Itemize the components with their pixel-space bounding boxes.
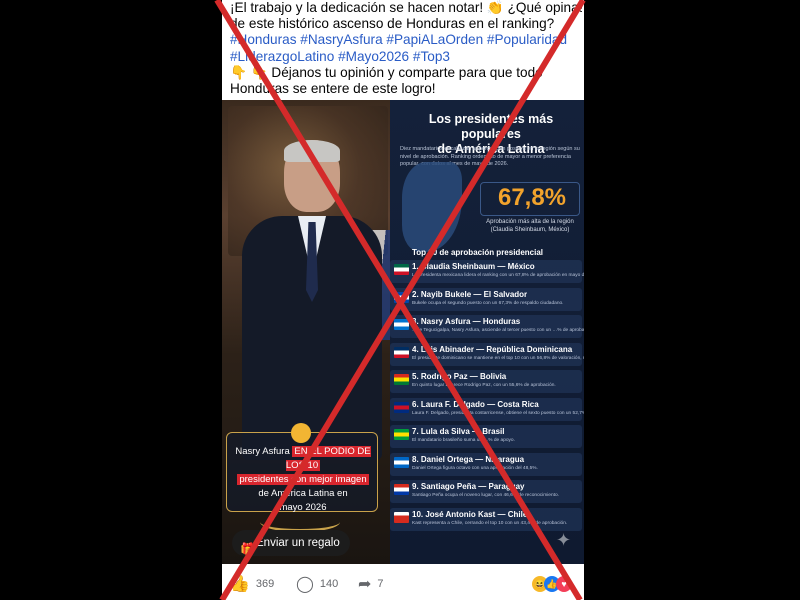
ranking-name: 1. Claudia Sheinbaum — México [412,262,535,271]
sparkle-icon: ✦ [556,530,572,550]
country-flag-icon [394,429,409,440]
infographic-panel: Los presidentes más populares de América… [390,100,584,564]
badge-name: Nasry Asfura [235,446,290,457]
latin-america-map [402,162,462,252]
ranking-row: 10. José Antonio Kast — Chile Kast repres… [390,507,582,531]
country-flag-icon [394,456,409,468]
ranking-detail: Daniel Ortega figura octavo con una apro… [412,465,538,471]
country-flag-icon [394,346,409,358]
ranking-name: 6. Laura F. Delgado — Costa Rica [412,399,539,409]
highlight-percentage: 67,8% [497,184,567,211]
country-flag-icon [394,264,409,275]
caption-line: ¡El trabajo y la dedicación se hacen not… [230,0,582,15]
reactions-summary[interactable]: 😆 👍 ♥ [532,576,582,592]
caption-line: 👇 👇 Déjanos tu opinión y comparte para q… [230,64,543,80]
ranking-name: 5. Rodrigo Paz — Bolivia [412,372,507,381]
country-flag-icon [394,374,409,385]
title-line: Los presidentes más populares [428,112,554,141]
ranking-detail: El presidente dominicano se mantiene en … [412,355,584,361]
caption-hashtags[interactable]: #LiderazgoLatino #Mayo2026 #Top3 [230,49,582,65]
top10-title: Top 10 de aprobación presidencial [412,248,543,257]
ranking-row: 1. Claudia Sheinbaum — México La presiden… [390,260,584,283]
send-gift-label: Enviar un regalo [256,537,340,549]
caption-hashtags[interactable]: #Honduras #NasryAsfura #PapiALaOrden #Po… [230,32,582,48]
post-caption: ¡El trabajo y la dedicación se hacen not… [230,0,582,97]
screenshot-stage: ¡El trabajo y la dedicación se hacen not… [0,0,800,600]
ranking-name: 2. Nayib Bukele — El Salvador [412,289,528,299]
like-button[interactable]: 👍 369 [230,574,274,594]
ranking-name: 4. Luis Abinader — República Dominicana [412,344,573,354]
ranking-name: 9. Santiago Peña — Paraguay [412,482,525,491]
president-figure [242,140,382,460]
badge-text: Nasry Asfura EN EL PODIO DE LOS 10 presi… [231,445,375,515]
ranking-row: 5. Rodrigo Paz — Bolivia En quinto lugar … [390,370,582,393]
ranking-detail: Santiago Peña ocupa el noveno lugar, con… [412,493,559,498]
ranking-row: 3. Nasry Asfura — Honduras …de Tegucigalp… [390,315,584,338]
country-flag-icon [394,401,409,413]
ranking-row: 9. Santiago Peña — Paraguay Santiago Peña… [390,480,582,503]
ranking-detail: Kast representa a Chile, cerrando el top… [412,520,568,526]
podium-badge: Nasry Asfura EN EL PODIO DE LOS 10 presi… [226,423,378,515]
ranking-name: 10. José Antonio Kast — Chile [412,509,528,519]
send-gift-button[interactable]: 🎁 Enviar un regalo [232,530,350,556]
share-icon: ➦ [358,576,372,593]
ranking-detail: …de Tegucigalpa, Nasry Asfura, asciende … [412,328,584,333]
ranking-name: 7. Lula da Silva — Brasil [412,427,505,436]
country-flag-icon [394,319,409,330]
ranking-row: 7. Lula da Silva — Brasil El mandatario b… [390,425,582,448]
share-count: 7 [377,578,384,590]
post-image[interactable]: Nasry Asfura EN EL PODIO DE LOS 10 presi… [222,100,584,564]
caption-line: de este histórico ascenso de Honduras en… [230,16,555,32]
comment-button[interactable]: ◯ 140 [296,574,338,594]
like-count: 369 [255,578,275,590]
ranking-row: 2. Nayib Bukele — El Salvador Bukele ocup… [390,287,582,311]
ranking-name: 3. Nasry Asfura — Honduras [412,317,521,326]
caption-line: Honduras se entere de este logro! [230,81,436,97]
social-post: ¡El trabajo y la dedicación se hacen not… [222,0,584,600]
love-reaction-icon: ♥ [556,576,572,592]
ranking-row: 4. Luis Abinader — República Dominicana E… [390,342,584,366]
badge-highlight: presidentes con mejor imagen [237,474,369,485]
president-photo: Nasry Asfura EN EL PODIO DE LOS 10 presi… [222,100,403,564]
ranking-detail: Laura F. Delgado, presidenta costarricen… [412,410,584,416]
lightbulb-icon [291,423,311,443]
ranking-detail: La presidenta mexicana lidera el ranking… [412,273,584,278]
share-button[interactable]: ➦ 7 [358,574,384,594]
comment-count: 140 [319,578,339,590]
comment-icon: ◯ [296,576,314,593]
ranking-name: 8. Daniel Ortega — Nicaragua [412,454,525,464]
ranking-detail: En quinto lugar aparece Rodrigo Paz, con… [412,383,556,388]
ranking-detail: El mandatario brasileño suma un …% de ap… [412,438,515,443]
country-flag-icon [394,291,409,303]
gift-icon: 🎁 [240,542,255,556]
badge-tail: de América Latina en [258,488,348,499]
badge-highlight: EN EL PODIO DE LOS 10 [285,446,371,471]
country-flag-icon [394,511,409,523]
hair [284,140,340,162]
highlight-label: Aprobación más alta de la región (Claudi… [486,219,574,233]
ranking-detail: Bukele ocupa el segundo puesto con un 67… [412,300,564,306]
laurel-icon [260,512,340,532]
post-actions-bar: 👍 369 ◯ 140 ➦ 7 😆 👍 ♥ [222,568,584,600]
thumbs-up-icon: 👍 [230,576,250,593]
country-flag-icon [394,484,409,495]
ranking-row: 8. Daniel Ortega — Nicaragua Daniel Orteg… [390,452,582,476]
ranking-row: 6. Laura F. Delgado — Costa Rica Laura F.… [390,397,584,421]
